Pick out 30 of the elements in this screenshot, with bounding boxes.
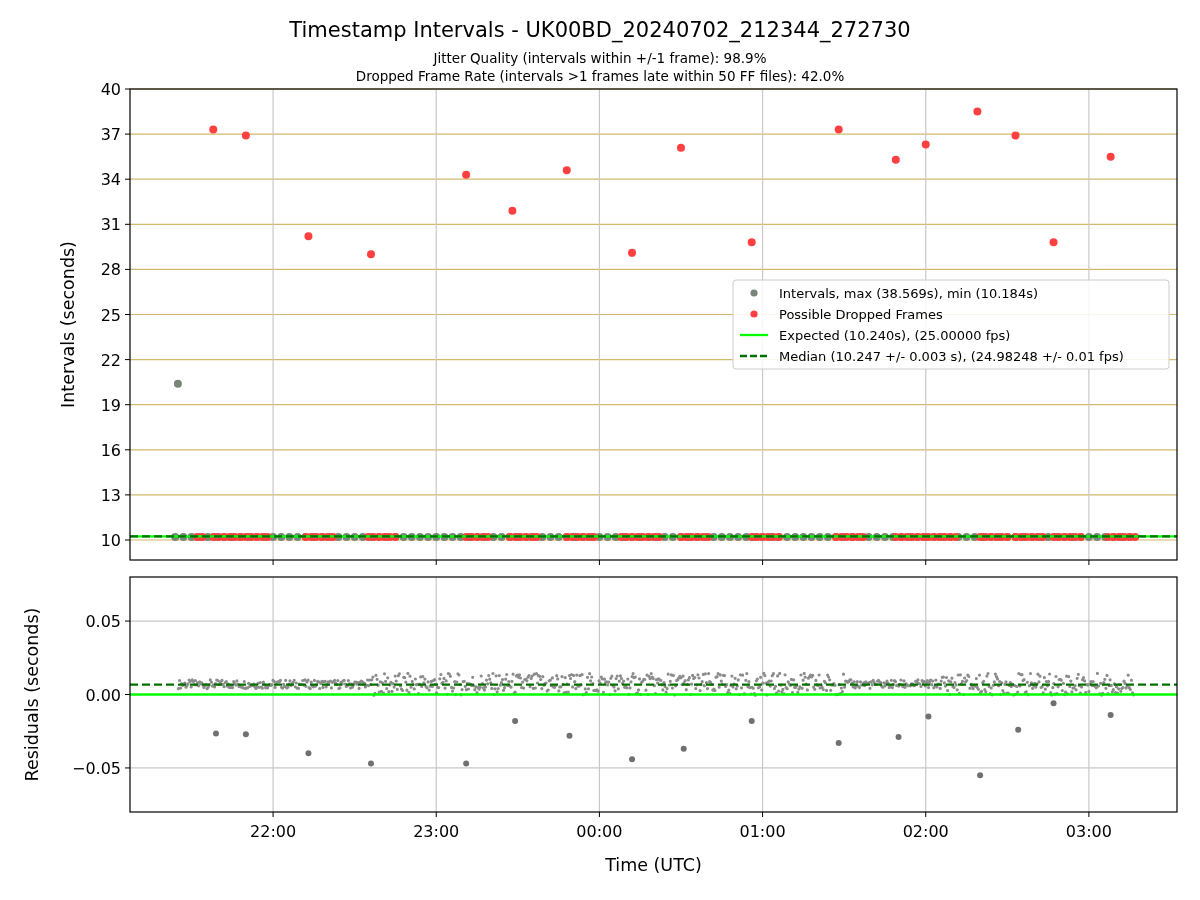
y-tick-label: 19 [100, 395, 121, 415]
y-tick-label: 16 [100, 440, 121, 460]
y-tick-label: 0.00 [85, 685, 121, 705]
y-axis-label: Intervals (seconds) [58, 241, 78, 408]
y-tick-label: 31 [100, 215, 121, 235]
y-tick-label: 37 [100, 125, 121, 145]
x-axis-label: Time (UTC) [605, 855, 702, 875]
x-tick-label: 01:00 [739, 822, 786, 841]
y-tick-label: 10 [100, 531, 121, 550]
y-axis-label: Residuals (seconds) [22, 607, 42, 782]
legend-label: Intervals, max (38.569s), min (10.184s) [779, 285, 1038, 301]
chart-title: Timestamp Intervals - UK00BD_20240702_212344_272730 [289, 18, 911, 42]
y-tick-label: 40 [100, 80, 121, 99]
y-tick-label: 22 [100, 350, 121, 370]
y-tick-label: 25 [100, 305, 121, 325]
x-tick-label: 02:00 [902, 822, 949, 841]
x-tick-label: 22:00 [250, 822, 297, 841]
legend-label: Expected (10.240s), (25.00000 fps) [779, 327, 1011, 343]
chart-subtitle: Jitter Quality (intervals within +/-1 frame): 98.9% [433, 50, 767, 66]
x-tick-label: 03:00 [1065, 822, 1112, 841]
chart-subtitle: Dropped Frame Rate (intervals >1 frames late within 50 FF files): 42.0% [355, 68, 845, 84]
x-tick-label: 00:00 [576, 822, 623, 841]
y-tick-label: 0.05 [85, 612, 121, 632]
y-tick-label: 34 [100, 170, 121, 190]
x-tick-label: 23:00 [413, 822, 460, 841]
legend-label: Median (10.247 +/- 0.003 s), (24.98248 +/- 0.01 fps) [779, 348, 1124, 364]
legend-label: Possible Dropped Frames [779, 306, 943, 322]
y-tick-label: 28 [100, 260, 121, 280]
y-tick-label: −0.05 [71, 758, 121, 778]
y-tick-label: 13 [100, 485, 121, 505]
